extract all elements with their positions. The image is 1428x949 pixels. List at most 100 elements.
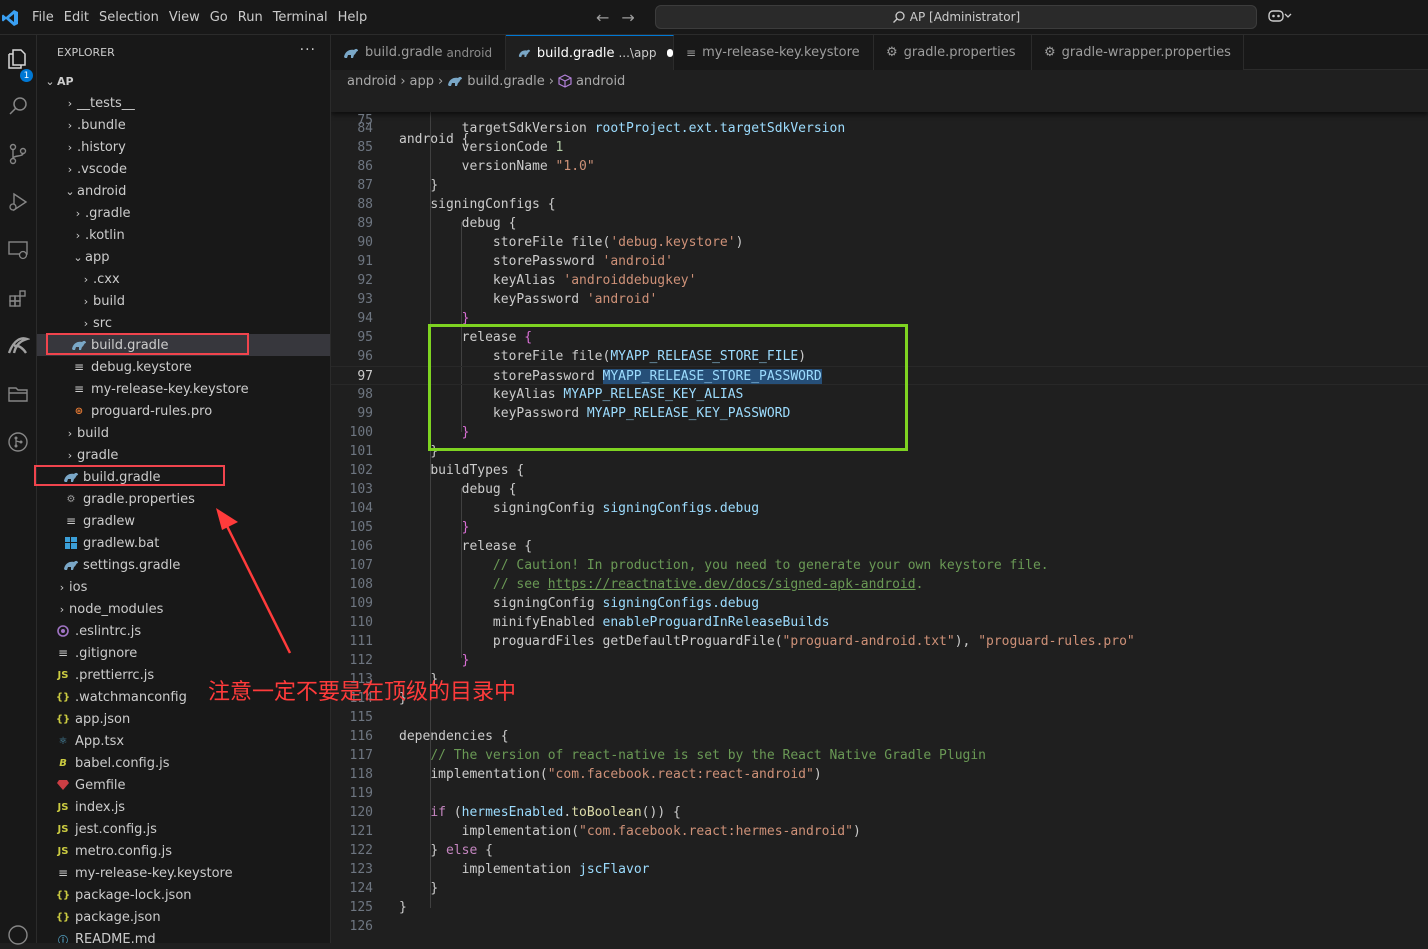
code-line[interactable]: 86 versionName "1.0" xyxy=(331,157,1428,176)
code-line[interactable]: 88 signingConfigs { xyxy=(331,195,1428,214)
tree-item[interactable]: ⌄ android xyxy=(37,180,330,202)
sticky-scroll[interactable]: 75 android { xyxy=(331,92,1428,147)
tree-item[interactable]: JS jest.config.js xyxy=(37,818,330,840)
code-line[interactable]: 123 implementation jscFlavor xyxy=(331,860,1428,879)
forward-arrow-icon[interactable]: → xyxy=(621,8,646,27)
search-view-icon[interactable] xyxy=(4,92,32,120)
code-text: } xyxy=(461,653,470,668)
menu-run[interactable]: Run xyxy=(234,10,267,25)
code-line[interactable]: 124 } xyxy=(331,879,1428,898)
code-line[interactable]: 116 dependencies { xyxy=(331,727,1428,746)
explorer-icon[interactable]: 1 xyxy=(4,45,33,82)
code-line[interactable]: 115 xyxy=(331,708,1428,727)
code-line[interactable]: 125} xyxy=(331,898,1428,917)
code-line[interactable]: 110 minifyEnabled enableProguardInReleas… xyxy=(331,613,1428,632)
tree-item[interactable]: › .history xyxy=(37,136,330,158)
tree-item[interactable]: {} app.json xyxy=(37,708,330,730)
tree-item[interactable]: {} package.json xyxy=(37,906,330,928)
code-text: } xyxy=(430,881,439,896)
code-line[interactable]: 111 proguardFiles getDefaultProguardFile… xyxy=(331,632,1428,651)
accounts-icon[interactable] xyxy=(4,921,32,949)
menu-edit[interactable]: Edit xyxy=(60,10,93,25)
extensions-icon[interactable] xyxy=(4,284,32,312)
react-native-icon[interactable] xyxy=(4,332,32,360)
tree-root-ap[interactable]: ⌄ AP xyxy=(37,70,330,92)
tab-gradle-wrapper-properties[interactable]: ⚙ gradle-wrapper.properties xyxy=(1032,35,1244,70)
tree-item[interactable]: Gemfile xyxy=(37,774,330,796)
more-actions-icon[interactable]: ··· xyxy=(300,42,316,58)
code-line[interactable]: 122 } else { xyxy=(331,841,1428,860)
tree-item[interactable]: › __tests__ xyxy=(37,92,330,114)
tree-item[interactable]: › .vscode xyxy=(37,158,330,180)
menu-terminal[interactable]: Terminal xyxy=(269,10,332,25)
tree-item[interactable]: Bbabel.config.js xyxy=(37,752,330,774)
tree-item[interactable]: ⚛ App.tsx xyxy=(37,730,330,752)
breadcrumb-item[interactable]: android xyxy=(347,74,396,89)
code-line[interactable]: 119 xyxy=(331,784,1428,803)
code-line[interactable]: 109 signingConfig signingConfigs.debug xyxy=(331,594,1428,613)
tab-build-gradle-android[interactable]: build.gradle android xyxy=(331,35,506,70)
tree-item[interactable]: ⓘ README.md xyxy=(37,928,330,944)
tree-item[interactable]: › .cxx xyxy=(37,268,330,290)
menu-help[interactable]: Help xyxy=(334,10,372,25)
run-debug-icon[interactable] xyxy=(4,188,32,216)
folder-view-icon[interactable] xyxy=(4,380,32,408)
menu-file[interactable]: File xyxy=(28,10,58,25)
tree-item[interactable]: › gradle xyxy=(37,444,330,466)
code-line[interactable]: 104 signingConfig signingConfigs.debug xyxy=(331,499,1428,518)
code-line[interactable]: 84 targetSdkVersion rootProject.ext.targ… xyxy=(331,119,1428,138)
copilot-icon[interactable] xyxy=(1268,8,1292,28)
tab-build-gradle-app[interactable]: build.gradle ...\app xyxy=(506,35,674,70)
tree-item[interactable]: › .bundle xyxy=(37,114,330,136)
tree-item[interactable]: › build xyxy=(37,422,330,444)
code-line[interactable]: 102 buildTypes { xyxy=(331,461,1428,480)
code-line[interactable]: 126 xyxy=(331,917,1428,936)
tree-item-label: gradle.properties xyxy=(83,491,195,507)
tree-item[interactable]: ⊛ proguard-rules.pro xyxy=(37,400,330,422)
tree-item[interactable]: JS metro.config.js xyxy=(37,840,330,862)
breadcrumb-item[interactable]: build.gradle xyxy=(467,74,545,89)
tab-gradle-properties[interactable]: ⚙ gradle.properties xyxy=(874,35,1032,70)
tree-item[interactable]: ≡ my-release-key.keystore xyxy=(37,378,330,400)
tree-item[interactable]: {} package-lock.json xyxy=(37,884,330,906)
git-graph-icon[interactable] xyxy=(4,428,32,456)
code-line[interactable]: 103 debug { xyxy=(331,480,1428,499)
highlight-box-root-build-gradle xyxy=(34,465,225,486)
code-line[interactable]: 120 if (hermesEnabled.toBoolean()) { xyxy=(331,803,1428,822)
code-line[interactable]: 112 } xyxy=(331,651,1428,670)
unsaved-dot-icon[interactable] xyxy=(666,49,673,57)
code-line[interactable]: 85 versionCode 1 xyxy=(331,138,1428,157)
command-center-search[interactable]: AP [Administrator] xyxy=(655,5,1257,29)
code-line[interactable]: 118 implementation("com.facebook.react:r… xyxy=(331,765,1428,784)
source-control-icon[interactable] xyxy=(4,140,32,168)
tree-item[interactable]: ≡ debug.keystore xyxy=(37,356,330,378)
tree-item[interactable]: › .kotlin xyxy=(37,224,330,246)
code-line[interactable]: 108 // see https://reactnative.dev/docs/… xyxy=(331,575,1428,594)
tree-item[interactable]: › .gradle xyxy=(37,202,330,224)
code-line[interactable]: 106 release { xyxy=(331,537,1428,556)
code-line[interactable]: 92 keyAlias 'androiddebugkey' xyxy=(331,271,1428,290)
code-line[interactable]: 89 debug { xyxy=(331,214,1428,233)
code-editor[interactable]: 75 android { 84 targetSdkVersion rootPro… xyxy=(331,92,1428,943)
breadcrumb-item[interactable]: app xyxy=(410,74,434,89)
code-line[interactable]: 91 storePassword 'android' xyxy=(331,252,1428,271)
tree-item[interactable]: JS index.js xyxy=(37,796,330,818)
menu-go[interactable]: Go xyxy=(206,10,232,25)
back-arrow-icon[interactable]: ← xyxy=(596,8,621,27)
tree-item[interactable]: › build xyxy=(37,290,330,312)
code-line[interactable]: 117 // The version of react-native is se… xyxy=(331,746,1428,765)
breadcrumb-item[interactable]: android xyxy=(576,74,625,89)
code-line[interactable]: 93 keyPassword 'android' xyxy=(331,290,1428,309)
code-line[interactable]: 121 implementation("com.facebook.react:h… xyxy=(331,822,1428,841)
tree-item[interactable]: ≡ my-release-key.keystore xyxy=(37,862,330,884)
code-line[interactable]: 90 storeFile file('debug.keystore') xyxy=(331,233,1428,252)
menu-selection[interactable]: Selection xyxy=(95,10,163,25)
code-line[interactable]: 87 } xyxy=(331,176,1428,195)
remote-explorer-icon[interactable] xyxy=(4,236,32,264)
menu-view[interactable]: View xyxy=(165,10,204,25)
tree-item[interactable]: ⌄ app xyxy=(37,246,330,268)
tab-my-release-key[interactable]: ≡ my-release-key.keystore xyxy=(674,35,874,70)
code-line[interactable]: 107 // Caution! In production, you need … xyxy=(331,556,1428,575)
tree-item[interactable]: › src xyxy=(37,312,330,334)
code-line[interactable]: 105 } xyxy=(331,518,1428,537)
